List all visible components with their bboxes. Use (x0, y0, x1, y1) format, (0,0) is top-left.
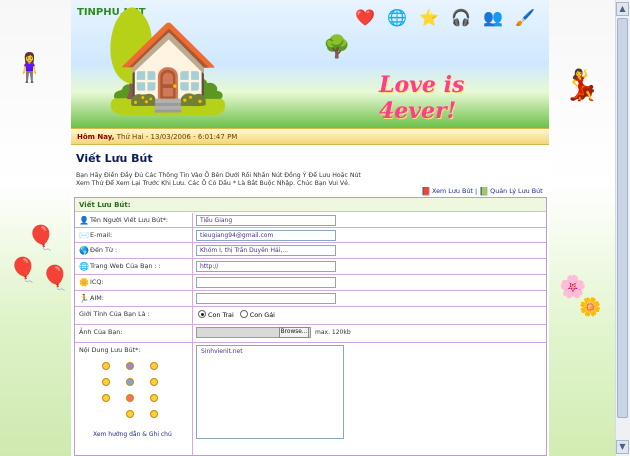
smiley-panel (100, 360, 165, 420)
house-illustration: 🏡 (103, 0, 233, 119)
field-label: 🌐Trang Web Của Bạn : : (75, 259, 193, 274)
email-icon: ✉️ (79, 231, 89, 240)
globe-icon: 🌎 (79, 246, 89, 255)
girl-illustration: 💃 (563, 68, 601, 103)
smiley-icon[interactable] (150, 394, 158, 402)
row-gender: Giới Tính Của Bạn Là : Con Trai Con Gái (75, 307, 546, 325)
row-photo: Ảnh Của Bạn: Browse... max. 120kb (75, 325, 546, 343)
separator: | (474, 187, 478, 195)
smiley-icon[interactable] (102, 394, 110, 402)
users-icon[interactable]: 👥 (483, 10, 503, 26)
balloons-icon: 🎈 (8, 256, 38, 284)
smiley-icon[interactable] (126, 394, 134, 402)
smiley-icon[interactable] (150, 378, 158, 386)
love-banner: Love is 4ever! (379, 72, 465, 124)
gender-male-label: Con Trai (208, 311, 234, 319)
row-website: 🌐Trang Web Của Bạn : : http:// (75, 259, 546, 275)
guide-link[interactable]: Xem hướng dẫn & Ghi chú (93, 428, 172, 442)
intro-text: Bạn Hãy Điền Đầy Đủ Các Thông Tin Vào Ô … (76, 172, 361, 187)
smiley-icon[interactable] (150, 410, 158, 418)
browse-button[interactable]: Browse... (279, 327, 309, 338)
row-aim: 🏃AIM: (75, 291, 546, 307)
field-label: ✉️E-mail: (75, 228, 193, 242)
scroll-down-arrow[interactable]: ▼ (616, 440, 629, 454)
row-message: Nội Dung Lưu Bút*: Xem hướng dẫn & Ghi c… (75, 343, 546, 455)
gender-female-label: Con Gái (249, 311, 275, 319)
header-banner: TINPHU.NET 🏡 ❤️ 🌐 ⭐ 🎧 👥 🖌️ 🌳 Love is 4ev… (71, 0, 549, 128)
field-label: 🏃AIM: (75, 291, 193, 306)
page-main: TINPHU.NET 🏡 ❤️ 🌐 ⭐ 🎧 👥 🖌️ 🌳 Love is 4ev… (71, 0, 549, 456)
flowers-icon: 🌸 (559, 275, 587, 300)
message-textarea[interactable]: Sinhvienit.net (196, 345, 344, 439)
website-input[interactable]: http:// (196, 261, 336, 272)
date-label: Hôm Nay, (77, 133, 115, 141)
smiley-icon[interactable] (126, 362, 134, 370)
guestbook-form: Viết Lưu Bút: 👤Tên Người Viết Lưu Bút*: … (74, 197, 547, 456)
star-icon[interactable]: ⭐ (419, 10, 439, 26)
smiley-icon[interactable] (102, 378, 110, 386)
balloons-icon: 🎈 (26, 224, 56, 252)
gender-female-radio[interactable] (239, 310, 248, 318)
scroll-up-arrow[interactable]: ▲ (616, 2, 629, 16)
page-title: Viết Lưu Bút (76, 152, 153, 165)
scrollbar-thumb[interactable] (617, 18, 628, 418)
aim-icon: 🏃 (79, 294, 89, 303)
pen-icon[interactable]: 🖌️ (515, 10, 535, 26)
icq-icon: 🌼 (79, 278, 89, 287)
left-decoration: 🧍‍♀️ 🎈 🎈 🎈 (0, 0, 71, 456)
name-input[interactable]: Tiểu Giang (196, 215, 336, 226)
date-text: Thứ Hai - 13/03/2006 - 6:01:47 PM (116, 133, 238, 141)
field-label: 🌎Đến Từ : (75, 243, 193, 258)
email-input[interactable]: tieugiang94@gmail.com (196, 230, 336, 241)
browser-icon[interactable]: 🌐 (387, 10, 407, 26)
from-input[interactable]: Khóm I, thị Trấn Duyên Hải,... (196, 245, 336, 256)
field-label: Ảnh Của Bạn: (75, 325, 193, 342)
flowers-icon: 🌼 (579, 297, 602, 318)
balloons-icon: 🎈 (40, 264, 70, 292)
website-icon: 🌐 (79, 262, 89, 271)
smiley-icon[interactable] (150, 362, 158, 370)
row-name: 👤Tên Người Viết Lưu Bút*: Tiểu Giang (75, 213, 546, 228)
field-label: 👤Tên Người Viết Lưu Bút*: (75, 213, 193, 227)
max-size-label: max. 120kb (315, 329, 351, 336)
tree-icon: 🌳 (323, 35, 351, 60)
content-area: Viết Lưu Bút Bạn Hãy Điền Đầy Đủ Các Thô… (71, 146, 549, 456)
row-email: ✉️E-mail: tieugiang94@gmail.com (75, 228, 546, 243)
book-icon: 📗 (479, 187, 490, 196)
smiley-icon[interactable] (126, 378, 134, 386)
smiley-icon[interactable] (126, 410, 134, 418)
link-view-guestbook[interactable]: Xem Lưu Bút (432, 187, 473, 195)
browser-page: 🧍‍♀️ 🎈 🎈 🎈 TINPHU.NET 🏡 ❤️ 🌐 ⭐ 🎧 👥 🖌️ 🌳 … (0, 0, 630, 456)
field-label: Giới Tính Của Bạn Là : (75, 307, 193, 324)
person-icon: 👤 (79, 216, 89, 225)
date-bar: Hôm Nay, Thứ Hai - 13/03/2006 - 6:01:47 … (71, 128, 549, 145)
field-label: Nội Dung Lưu Bút*: Xem hướng dẫn & Ghi c… (75, 343, 193, 455)
row-icq: 🌼ICQ: (75, 275, 546, 291)
gender-male-radio[interactable] (198, 310, 206, 318)
heart-icon[interactable]: ❤️ (355, 10, 375, 26)
girl-illustration: 🧍‍♀️ (12, 51, 47, 84)
link-manage-guestbook[interactable]: Quản Lý Lưu Bút (490, 187, 543, 195)
aim-input[interactable] (196, 293, 336, 304)
headphones-icon[interactable]: 🎧 (451, 10, 471, 26)
form-heading: Viết Lưu Bút: (75, 198, 546, 212)
icq-input[interactable] (196, 277, 336, 288)
right-decoration: 💃 🌸 🌼 (549, 0, 615, 456)
book-icon: 📕 (421, 187, 431, 196)
top-links: 📕Xem Lưu Bút | 📗Quản Lý Lưu Bút (421, 187, 543, 196)
row-from: 🌎Đến Từ : Khóm I, thị Trấn Duyên Hải,... (75, 243, 546, 259)
smiley-icon[interactable] (102, 362, 110, 370)
field-label: 🌼ICQ: (75, 275, 193, 290)
